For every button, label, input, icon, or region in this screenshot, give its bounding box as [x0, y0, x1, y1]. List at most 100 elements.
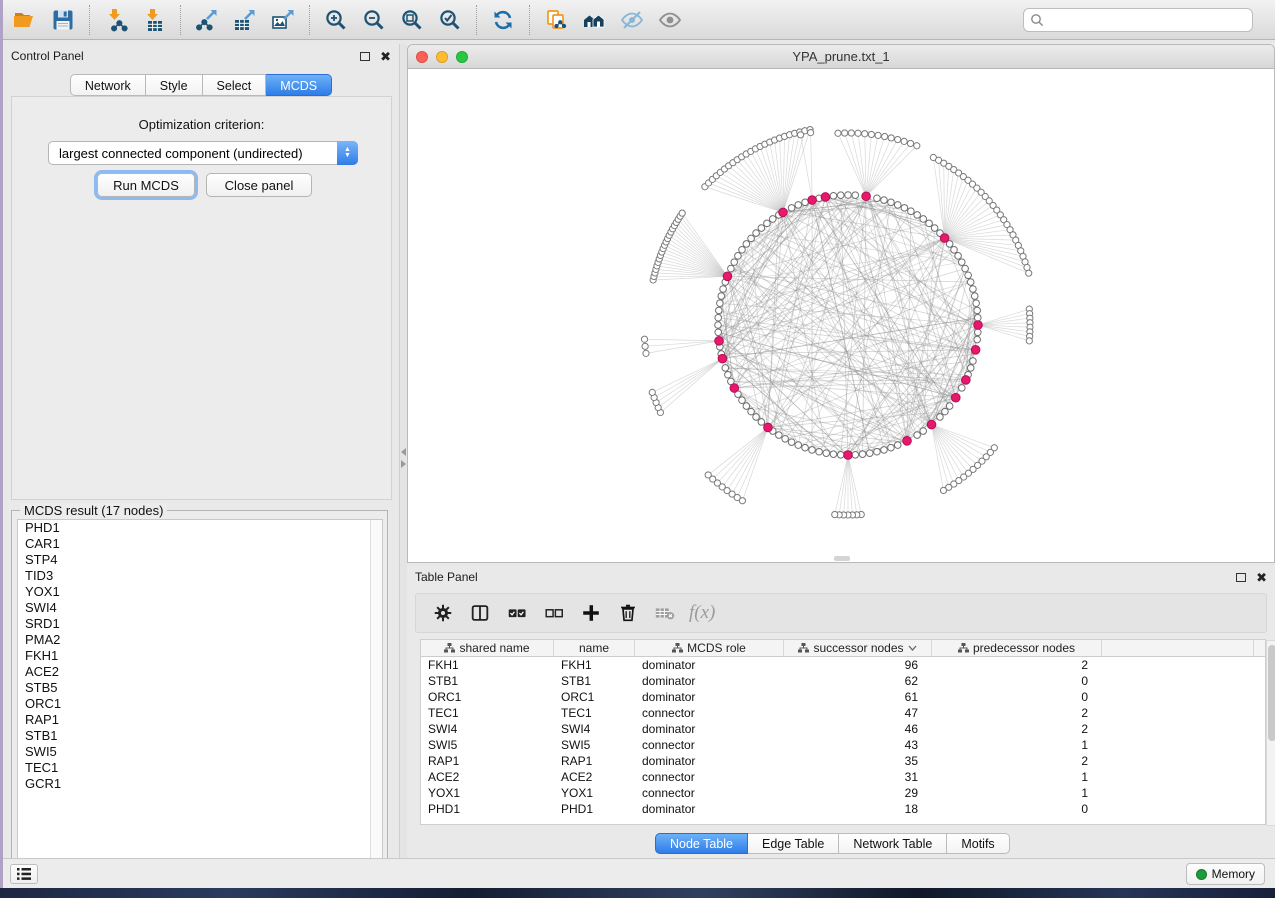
satellite-node[interactable]	[914, 143, 920, 149]
trash-icon[interactable]	[613, 599, 643, 627]
cell[interactable]: 2	[932, 657, 1102, 673]
select-all-icon[interactable]	[502, 599, 532, 627]
hide-selected-icon[interactable]	[615, 5, 649, 35]
mcds-hub-node[interactable]	[951, 393, 960, 402]
ring-node[interactable]	[830, 193, 837, 200]
cell[interactable]: 0	[932, 673, 1102, 689]
ring-node[interactable]	[735, 253, 742, 260]
mcds-hub-node[interactable]	[723, 272, 732, 281]
mcds-hub-node[interactable]	[779, 208, 788, 217]
satellite-node[interactable]	[832, 511, 838, 517]
ring-node[interactable]	[958, 385, 965, 392]
search-box[interactable]	[1023, 8, 1253, 32]
ring-node[interactable]	[852, 451, 859, 458]
cell[interactable]: RAP1	[421, 753, 554, 769]
cell[interactable]: 0	[932, 801, 1102, 817]
satellite-node[interactable]	[907, 140, 913, 146]
mcds-hub-node[interactable]	[940, 234, 949, 243]
ring-node[interactable]	[718, 293, 725, 300]
export-image-icon[interactable]	[266, 5, 300, 35]
satellite-node[interactable]	[875, 132, 881, 138]
mcds-hub-node[interactable]	[808, 196, 817, 205]
table-row[interactable]: ACE2ACE2connector311	[421, 769, 1265, 785]
cell[interactable]: YOX1	[421, 785, 554, 801]
ring-node[interactable]	[720, 286, 727, 293]
cell[interactable]: 18	[784, 801, 932, 817]
cell[interactable]: 1	[932, 737, 1102, 753]
satellite-node[interactable]	[835, 130, 841, 136]
export-network-icon[interactable]	[190, 5, 224, 35]
table-tab-node-table[interactable]: Node Table	[655, 833, 748, 854]
cell[interactable]	[1102, 753, 1254, 769]
vertical-splitter[interactable]	[400, 44, 407, 858]
column-header-empty[interactable]	[1102, 640, 1254, 656]
ring-node[interactable]	[894, 202, 901, 209]
table-row[interactable]: PHD1PHD1dominator180	[421, 801, 1265, 817]
table-row[interactable]: FKH1FKH1dominator962	[421, 657, 1265, 673]
ring-node[interactable]	[894, 442, 901, 449]
network-graph[interactable]	[408, 69, 1274, 562]
ring-node[interactable]	[837, 192, 844, 199]
zoom-fit-icon[interactable]	[395, 5, 429, 35]
tab-style[interactable]: Style	[146, 74, 203, 96]
ring-node[interactable]	[965, 272, 972, 279]
ring-node[interactable]	[852, 192, 859, 199]
ring-node[interactable]	[967, 365, 974, 372]
satellite-node[interactable]	[705, 472, 711, 478]
scrollbar-thumb[interactable]	[1268, 645, 1275, 741]
ring-node[interactable]	[974, 314, 981, 321]
satellite-node[interactable]	[679, 210, 685, 216]
satellite-node[interactable]	[862, 131, 868, 137]
table-row[interactable]: ORC1ORC1dominator610	[421, 689, 1265, 705]
ring-node[interactable]	[920, 216, 927, 223]
ring-node[interactable]	[942, 408, 949, 415]
ring-node[interactable]	[716, 307, 723, 314]
table-row[interactable]: SWI4SWI4dominator462	[421, 721, 1265, 737]
node-table[interactable]: shared namenameMCDS rolesuccessor nodesp…	[420, 639, 1266, 825]
ring-node[interactable]	[782, 435, 789, 442]
table-row[interactable]: STB1STB1dominator620	[421, 673, 1265, 689]
ring-node[interactable]	[931, 225, 938, 232]
mcds-hub-node[interactable]	[730, 384, 739, 393]
cell[interactable]: SWI5	[421, 737, 554, 753]
network-canvas[interactable]	[408, 69, 1274, 562]
tab-network[interactable]: Network	[70, 74, 146, 96]
cell[interactable]: dominator	[635, 801, 784, 817]
add-row-icon[interactable]	[576, 599, 606, 627]
ring-node[interactable]	[802, 444, 809, 451]
cell[interactable]: PHD1	[554, 801, 635, 817]
cell[interactable]: 2	[932, 705, 1102, 721]
table-tab-edge-table[interactable]: Edge Table	[748, 833, 839, 854]
table-tab-network-table[interactable]: Network Table	[839, 833, 947, 854]
satellite-node[interactable]	[882, 133, 888, 139]
result-item[interactable]: TID3	[18, 568, 382, 584]
ring-node[interactable]	[974, 307, 981, 314]
ring-node[interactable]	[971, 293, 978, 300]
cell[interactable]	[1102, 705, 1254, 721]
ring-node[interactable]	[753, 414, 760, 421]
mcds-hub-node[interactable]	[821, 193, 830, 202]
cell[interactable]	[1102, 657, 1254, 673]
ring-node[interactable]	[764, 220, 771, 227]
float-table-panel-icon[interactable]	[1236, 573, 1246, 582]
run-mcds-button[interactable]: Run MCDS	[97, 173, 195, 197]
ring-node[interactable]	[725, 371, 732, 378]
ring-node[interactable]	[739, 397, 746, 404]
cell[interactable]: FKH1	[554, 657, 635, 673]
refresh-icon[interactable]	[486, 5, 520, 35]
ring-node[interactable]	[958, 259, 965, 266]
satellite-node[interactable]	[643, 350, 649, 356]
ring-node[interactable]	[743, 241, 750, 248]
ring-node[interactable]	[728, 265, 735, 272]
cell[interactable]: 2	[932, 753, 1102, 769]
cell[interactable]: RAP1	[554, 753, 635, 769]
ring-node[interactable]	[888, 199, 895, 206]
column-header-successor-nodes[interactable]: successor nodes	[784, 640, 932, 656]
splitter-grip[interactable]	[834, 556, 850, 561]
ring-node[interactable]	[743, 403, 750, 410]
satellite-node[interactable]	[895, 136, 901, 142]
gear-icon[interactable]	[428, 599, 458, 627]
ring-node[interactable]	[974, 329, 981, 336]
table-row[interactable]: RAP1RAP1dominator352	[421, 753, 1265, 769]
table-row[interactable]: SWI5SWI5connector431	[421, 737, 1265, 753]
